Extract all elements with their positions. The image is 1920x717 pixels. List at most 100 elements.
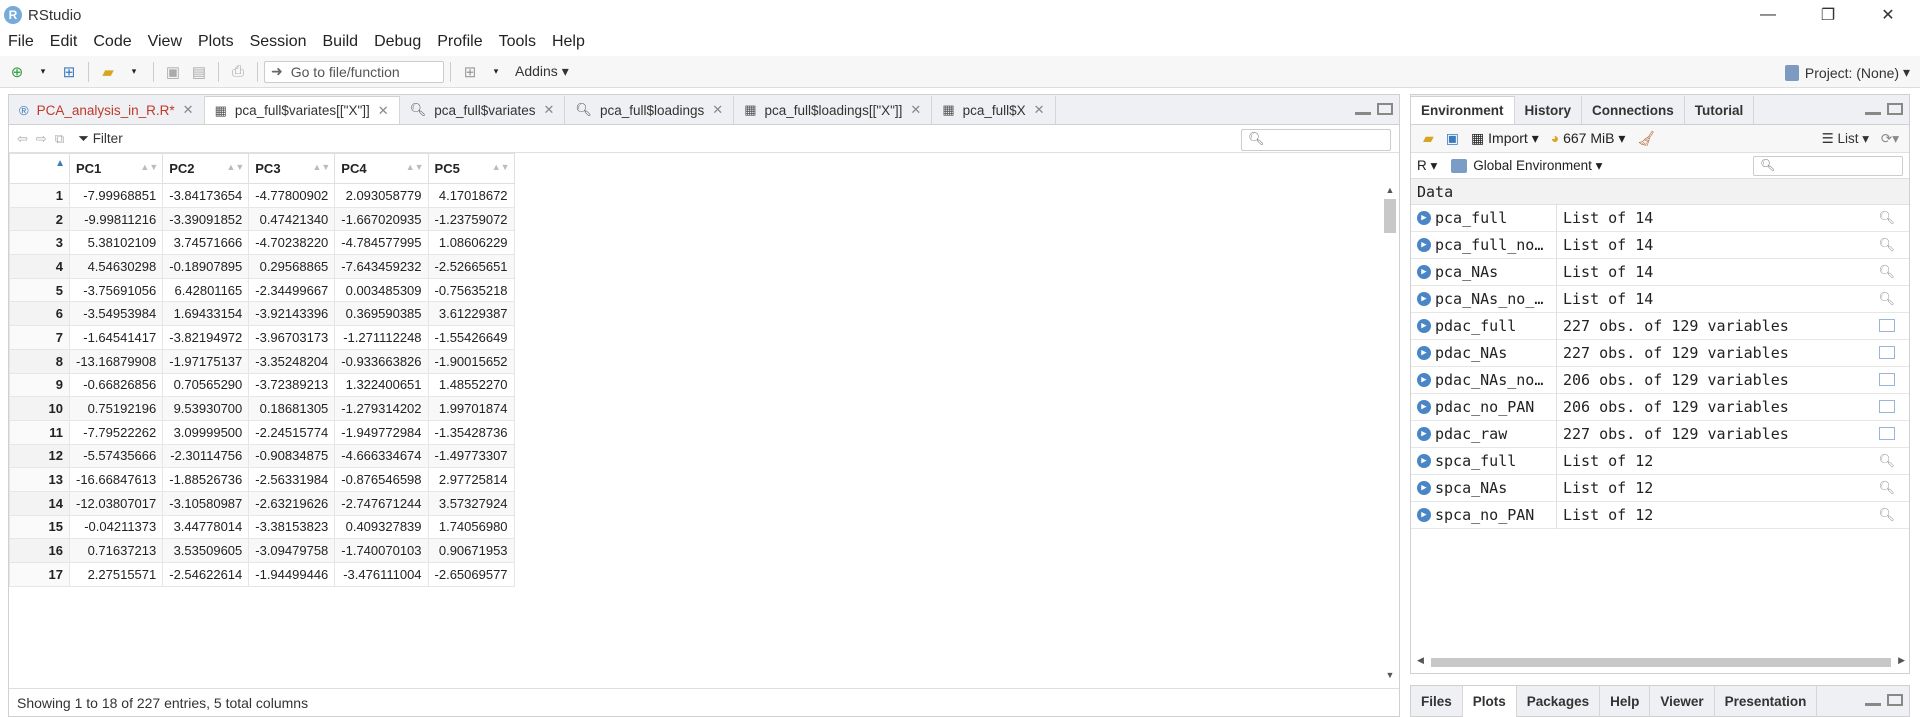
forward-arrow-icon[interactable]: ⇨ <box>36 131 47 147</box>
project-menu[interactable]: Project: (None) ▾ <box>1784 64 1910 81</box>
env-object-row[interactable]: ▶ pdac_NAs_no… 206 obs. of 129 variables <box>1411 366 1909 394</box>
table-row[interactable]: 8 -13.16879908 -1.97175137 -3.35248204 -0.93… <box>9 348 515 374</box>
table-row[interactable]: 11 -7.79522262 3.09999500 -2.24515774 -1.949… <box>9 419 515 445</box>
env-object-row[interactable]: ▶ pca_NAs_no_… List of 14 🔍︎ <box>1411 285 1909 313</box>
env-object-row[interactable]: ▶ spca_no_PAN List of 12 🔍︎ <box>1411 501 1909 529</box>
maximize-pane-icon[interactable] <box>1887 694 1903 706</box>
menu-file[interactable]: File <box>0 33 42 51</box>
menu-session[interactable]: Session <box>242 33 315 51</box>
print-icon[interactable]: ⎙ <box>227 62 249 82</box>
env-object-row[interactable]: ▶ pdac_NAs 227 obs. of 129 variables <box>1411 339 1909 367</box>
view-table-icon[interactable] <box>1879 400 1895 413</box>
menu-edit[interactable]: Edit <box>42 33 86 51</box>
chevron-down-icon[interactable]: ▾ <box>485 62 507 82</box>
menu-code[interactable]: Code <box>85 33 139 51</box>
view-object-icon[interactable]: 🔍︎ <box>1878 265 1895 280</box>
view-object-icon[interactable]: 🔍︎ <box>1878 454 1895 469</box>
env-object-row[interactable]: ▶ pdac_full 227 obs. of 129 variables <box>1411 312 1909 340</box>
new-file-icon[interactable]: ⊕ <box>6 62 28 82</box>
minimize-pane-icon[interactable] <box>1865 103 1881 115</box>
table-row[interactable]: 14 -12.03807017 -3.10580987 -2.63219626 -2.7… <box>9 490 515 516</box>
tab-script[interactable]: ® PCA_analysis_in_R.R* ✕ <box>9 96 205 124</box>
memory-usage-button[interactable]: ◕ 667 MiB ▾ <box>1551 130 1626 147</box>
tab-files[interactable]: Files <box>1411 685 1463 717</box>
column-header[interactable]: PC5 ▲▼ <box>427 153 515 184</box>
workspace-panes-icon[interactable]: ⊞ <box>459 62 481 82</box>
table-row[interactable]: 5 -3.75691056 6.42801165 -2.34499667 0.00348… <box>9 277 515 303</box>
tab-pca-x[interactable]: ▦ pca_full$X ✕ <box>932 96 1056 124</box>
tab-viewer[interactable]: Viewer <box>1650 685 1715 717</box>
table-row[interactable]: 13 -16.66847613 -1.88526736 -2.56331984 -0.8… <box>9 467 515 492</box>
scroll-right-icon[interactable]: ▶ <box>1898 655 1905 666</box>
menu-profile[interactable]: Profile <box>429 33 490 51</box>
close-icon[interactable]: ✕ <box>378 103 389 119</box>
close-icon[interactable]: ✕ <box>712 102 723 118</box>
view-mode-menu[interactable]: ☰ List ▾ <box>1822 131 1869 147</box>
expand-icon[interactable]: ▶ <box>1417 400 1431 414</box>
horizontal-scrollbar[interactable]: ◀ ▶ <box>1417 655 1905 669</box>
tab-loadings[interactable]: 🔍︎ pca_full$loadings ✕ <box>565 96 735 124</box>
close-icon[interactable]: ✕ <box>1034 102 1045 118</box>
menu-debug[interactable]: Debug <box>366 33 429 51</box>
vertical-scrollbar[interactable]: ▲ ▼ <box>1383 185 1397 680</box>
view-object-icon[interactable]: 🔍︎ <box>1878 292 1895 307</box>
view-object-icon[interactable]: 🔍︎ <box>1878 481 1895 496</box>
environment-menu[interactable]: Global Environment ▾ <box>1451 158 1602 174</box>
table-row[interactable]: 3 5.38102109 3.74571666 -4.70238220 -4.78457… <box>9 230 515 256</box>
table-row[interactable]: 16 0.71637213 3.53509605 -3.09479758 -1.7400… <box>9 538 515 563</box>
save-workspace-icon[interactable]: ▣ <box>1446 130 1459 147</box>
view-object-icon[interactable]: 🔍︎ <box>1878 508 1895 523</box>
back-arrow-icon[interactable]: ⇦ <box>17 131 28 147</box>
table-row[interactable]: 17 2.27515571 -2.54622614 -1.94499446 -3.476… <box>9 562 515 587</box>
popout-icon[interactable]: ⧉ <box>55 131 64 147</box>
expand-icon[interactable]: ▶ <box>1417 373 1431 387</box>
env-object-row[interactable]: ▶ pca_NAs List of 14 🔍︎ <box>1411 258 1909 286</box>
restore-button[interactable]: ❐ <box>1800 0 1856 30</box>
scroll-thumb[interactable] <box>1431 658 1891 667</box>
table-row[interactable]: 9 -0.66826856 0.70565290 -3.72389213 1.32240… <box>9 372 515 398</box>
env-object-row[interactable]: ▶ spca_full List of 12 🔍︎ <box>1411 447 1909 475</box>
row-index-header[interactable]: ▲ <box>9 153 70 184</box>
scroll-down-icon[interactable]: ▼ <box>1383 670 1397 680</box>
open-file-icon[interactable]: ▰ <box>97 62 119 82</box>
view-table-icon[interactable] <box>1879 346 1895 359</box>
scroll-up-icon[interactable]: ▲ <box>1383 185 1397 195</box>
view-table-icon[interactable] <box>1879 319 1895 332</box>
tab-loadings-x[interactable]: ▦ pca_full$loadings[["X"]] ✕ <box>734 96 933 124</box>
tab-connections[interactable]: Connections <box>1582 96 1685 124</box>
view-table-icon[interactable] <box>1879 427 1895 440</box>
tab-variates[interactable]: 🔍︎ pca_full$variates ✕ <box>400 96 566 124</box>
viewer-search-input[interactable]: 🔍︎ <box>1241 129 1391 151</box>
new-project-icon[interactable]: ⊞ <box>58 62 80 82</box>
minimize-button[interactable]: — <box>1740 0 1796 30</box>
goto-file-input[interactable]: ➜ Go to file/function <box>264 60 444 83</box>
tab-packages[interactable]: Packages <box>1517 685 1601 717</box>
close-icon[interactable]: ✕ <box>910 102 921 118</box>
close-button[interactable]: ✕ <box>1860 0 1916 30</box>
expand-icon[interactable]: ▶ <box>1417 427 1431 441</box>
refresh-icon[interactable]: ⟳▾ <box>1881 131 1899 147</box>
table-row[interactable]: 7 -1.64541417 -3.82194972 -3.96703173 -1.271… <box>9 325 515 350</box>
chevron-down-icon[interactable]: ▾ <box>32 62 54 82</box>
menu-view[interactable]: View <box>140 33 190 51</box>
filter-button[interactable]: ⏷ Filter <box>78 131 123 147</box>
chevron-down-icon[interactable]: ▾ <box>123 62 145 82</box>
view-table-icon[interactable] <box>1879 373 1895 386</box>
save-icon[interactable]: ▣ <box>162 62 184 82</box>
load-workspace-icon[interactable]: ▰ <box>1423 130 1434 147</box>
language-menu[interactable]: R ▾ <box>1417 158 1437 174</box>
expand-icon[interactable]: ▶ <box>1417 238 1431 252</box>
expand-icon[interactable]: ▶ <box>1417 211 1431 225</box>
tab-environment[interactable]: Environment <box>1411 96 1515 124</box>
expand-icon[interactable]: ▶ <box>1417 346 1431 360</box>
close-icon[interactable]: ✕ <box>544 102 555 118</box>
menu-help[interactable]: Help <box>544 33 593 51</box>
scroll-thumb[interactable] <box>1384 199 1396 233</box>
table-row[interactable]: 12 -5.57435666 -2.30114756 -0.90834875 -4.66… <box>9 443 515 469</box>
addins-menu[interactable]: Addins ▾ <box>515 63 569 80</box>
menu-plots[interactable]: Plots <box>190 33 242 51</box>
tab-tutorial[interactable]: Tutorial <box>1685 96 1755 124</box>
table-row[interactable]: 4 4.54630298 -0.18907895 0.29568865 -7.64345… <box>9 254 515 279</box>
expand-icon[interactable]: ▶ <box>1417 454 1431 468</box>
minimize-pane-icon[interactable] <box>1865 694 1881 706</box>
